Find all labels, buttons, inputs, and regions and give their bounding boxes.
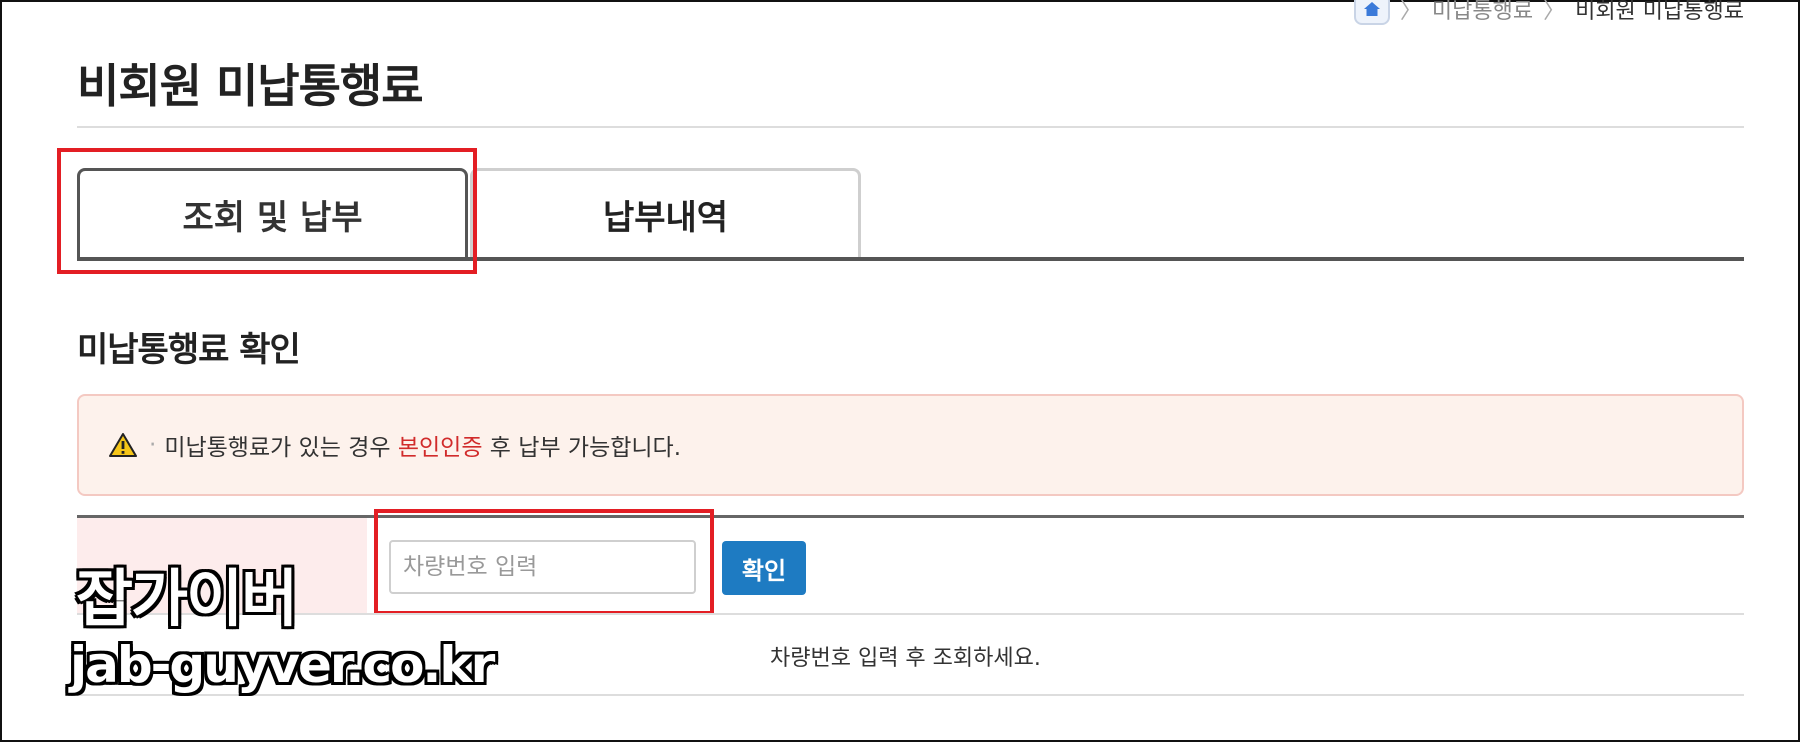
breadcrumb-current: 비회원 미납통행료: [1575, 0, 1744, 24]
notice-text-before: 미납통행료가 있는 경우: [164, 435, 398, 461]
notice-text-after: 후 납부 가능합니다.: [482, 435, 682, 461]
watermark-title: 잡가이버: [76, 562, 298, 635]
home-icon[interactable]: [1353, 0, 1390, 25]
plate-number-input[interactable]: [389, 540, 696, 594]
tab-payment-history[interactable]: 납부내역: [470, 168, 861, 258]
notice-highlight: 본인인증: [397, 435, 483, 461]
tab-inquiry-payment[interactable]: 조회 및 납부: [77, 168, 468, 258]
watermark-url: jab-guyver.co.kr: [70, 636, 495, 694]
page-title: 비회원 미납통행료: [77, 59, 424, 113]
breadcrumb-separator-icon: 〉: [1399, 0, 1422, 24]
section-title: 미납통행료 확인: [77, 330, 301, 370]
breadcrumb-item[interactable]: 미납통행료: [1432, 0, 1533, 25]
notice-box: · 미납통행료가 있는 경우 본인인증 후 납부 가능합니다.: [77, 394, 1744, 496]
confirm-button[interactable]: 확인: [722, 541, 806, 595]
tab-bar: 조회 및 납부 납부내역: [77, 168, 1744, 262]
breadcrumb-separator-icon: 〉: [1543, 0, 1566, 24]
warning-icon: [109, 433, 137, 457]
title-divider: [77, 126, 1744, 128]
form-row-divider: [77, 613, 1744, 615]
bullet-dot: ·: [149, 432, 157, 458]
breadcrumb: 〉 미납통행료 〉 비회원 미납통행료: [1353, 0, 1744, 25]
tab-bar-divider: [77, 257, 1744, 261]
result-message: 차량번호 입력 후 조회하세요.: [770, 646, 1041, 671]
result-bottom-divider: [77, 694, 1744, 696]
